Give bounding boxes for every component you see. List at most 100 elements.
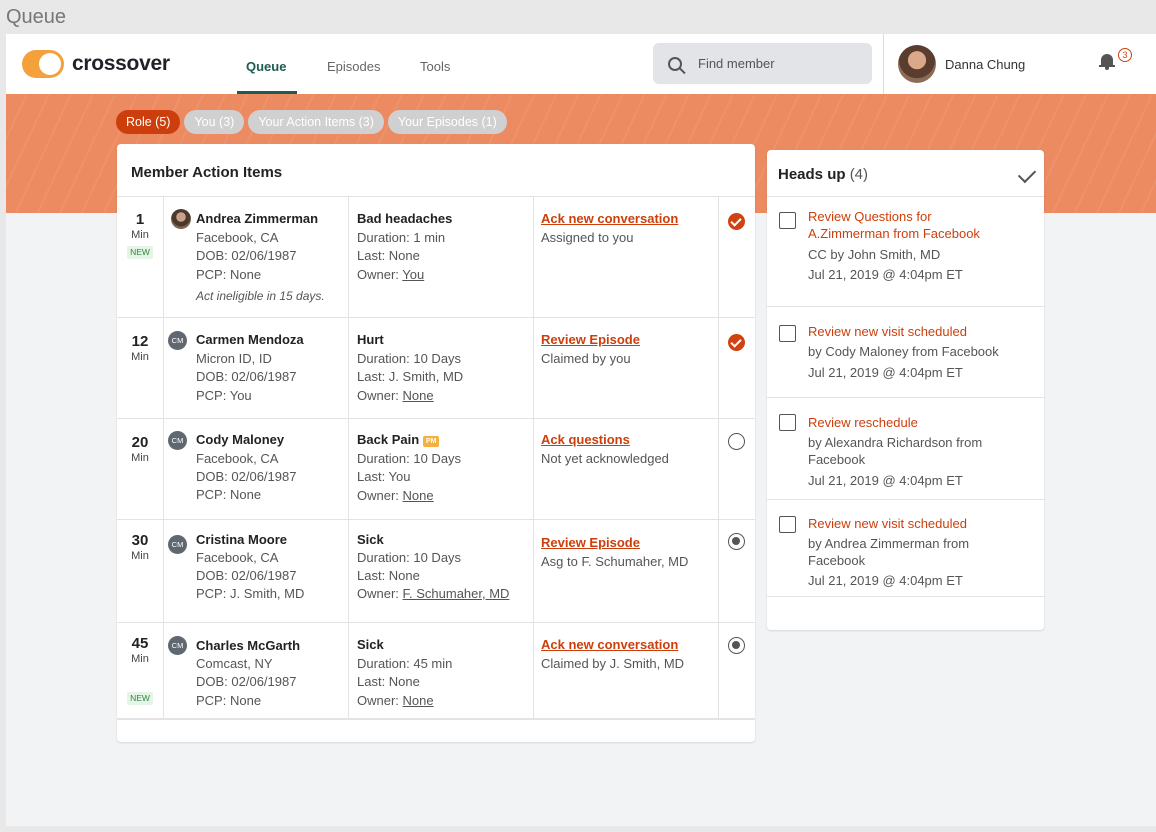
member-name[interactable]: Andrea Zimmerman: [196, 211, 318, 226]
status-partial-icon[interactable]: [728, 637, 745, 654]
column-divider: [718, 318, 719, 418]
divider: [767, 196, 1044, 197]
member-name[interactable]: Cristina Moore: [196, 532, 287, 547]
column-divider: [163, 419, 164, 519]
episode-name[interactable]: Hurt: [357, 332, 384, 347]
episode-name[interactable]: Sick: [357, 637, 384, 652]
filter-chip-role[interactable]: Role (5): [116, 110, 181, 134]
episode-last: Last: None: [357, 248, 420, 263]
heads-up-item-title[interactable]: Review reschedule: [808, 414, 1008, 431]
filter-chip-action-items[interactable]: Your Action Items (3): [248, 110, 384, 134]
pcp-label: PCP:: [196, 693, 230, 708]
episode-label: Back Pain: [357, 432, 420, 447]
search-input[interactable]: Find member: [653, 43, 872, 84]
filter-chip-you[interactable]: You (3): [184, 110, 245, 134]
heads-up-item-by: by Andrea Zimmerman from Facebook: [808, 536, 970, 568]
member-avatar: CM: [168, 431, 187, 450]
action-link[interactable]: Ack questions: [541, 432, 630, 447]
heads-up-item-title[interactable]: Review new visit scheduled: [808, 323, 1008, 340]
status-partial-icon[interactable]: [728, 533, 745, 550]
status-checked-icon[interactable]: [728, 213, 745, 230]
column-divider: [348, 520, 349, 622]
member-pcp: PCP: You: [196, 388, 252, 403]
column-divider: [163, 623, 164, 718]
action-link[interactable]: Review Episode: [541, 332, 640, 347]
new-badge: NEW: [127, 246, 153, 259]
member-name[interactable]: Charles McGarth: [196, 638, 300, 653]
new-badge: NEW: [127, 692, 153, 705]
column-divider: [533, 419, 534, 519]
owner-label: Owner:: [357, 693, 403, 708]
episode-name[interactable]: Sick: [357, 532, 384, 547]
episode-last: Last: None: [357, 674, 420, 689]
table-row[interactable]: 12 Min CM Carmen Mendoza Micron ID, ID D…: [117, 318, 755, 419]
bell-clapper: [1105, 67, 1109, 70]
column-divider: [718, 419, 719, 519]
wait-time-unit: Min: [131, 452, 149, 464]
tab-episodes[interactable]: Episodes: [327, 59, 380, 74]
heads-up-checkbox[interactable]: [779, 212, 796, 229]
column-divider: [348, 623, 349, 718]
user-name[interactable]: Danna Chung: [945, 57, 1025, 72]
owner-link[interactable]: None: [403, 488, 434, 503]
member-dob: DOB: 02/06/1987: [196, 248, 297, 263]
bell-icon[interactable]: [1099, 52, 1115, 70]
episode-name[interactable]: Bad headaches: [357, 211, 452, 226]
logo[interactable]: crossover: [22, 50, 170, 78]
owner-link[interactable]: F. Schumaher, MD: [403, 586, 510, 601]
filter-chip-episodes[interactable]: Your Episodes (1): [387, 110, 507, 134]
member-name[interactable]: Carmen Mendoza: [196, 332, 304, 347]
wait-time: 30: [131, 532, 149, 549]
table-row[interactable]: 1 Min NEW Andrea Zimmerman Facebook, CA …: [117, 197, 755, 318]
member-name[interactable]: Cody Maloney: [196, 432, 284, 447]
episode-duration: Duration: 1 min: [357, 230, 446, 245]
table-row[interactable]: 20 Min CM Cody Maloney Facebook, CA DOB:…: [117, 419, 755, 520]
episode-duration: Duration: 10 Days: [357, 351, 462, 366]
member-location: Facebook, CA: [196, 550, 279, 565]
column-divider: [163, 520, 164, 622]
heads-up-count: (4): [849, 166, 869, 183]
card-title: Member Action Items: [131, 164, 283, 181]
column-divider: [533, 623, 534, 718]
owner-link[interactable]: You: [402, 267, 424, 282]
heads-up-checkbox[interactable]: [779, 516, 796, 533]
heads-up-item-date: Jul 21, 2019 @ 4:04pm ET: [808, 365, 963, 380]
episode-owner: Owner: None: [357, 488, 434, 503]
episode-duration: Duration: 45 min: [357, 656, 453, 671]
table-row[interactable]: 45 Min NEW CM Charles McGarth Comcast, N…: [117, 623, 755, 720]
heads-up-checkbox[interactable]: [779, 414, 796, 431]
tab-queue[interactable]: Queue: [246, 59, 286, 74]
heads-up-item-by: CC by John Smith, MD: [808, 247, 941, 262]
user-avatar[interactable]: [898, 45, 936, 83]
wait-time: 1: [135, 211, 145, 228]
pcp-label: PCP:: [196, 487, 230, 502]
member-avatar: CM: [168, 331, 187, 350]
tab-tools[interactable]: Tools: [420, 59, 450, 74]
filter-chips: Role (5) You (3) Your Action Items (3) Y…: [116, 110, 511, 134]
owner-link[interactable]: None: [403, 388, 434, 403]
divider: [767, 397, 1044, 398]
episode-last: Last: You: [357, 469, 411, 484]
heads-up-checkbox[interactable]: [779, 325, 796, 342]
heads-up-item-title[interactable]: Review new visit scheduled: [808, 515, 1008, 532]
action-link[interactable]: Ack new conversation: [541, 637, 678, 652]
action-link[interactable]: Review Episode: [541, 535, 640, 550]
action-link[interactable]: Ack new conversation: [541, 211, 678, 226]
episode-name[interactable]: Back Pain PM: [357, 432, 440, 447]
column-divider: [533, 520, 534, 622]
member-location: Comcast, NY: [196, 656, 273, 671]
pm-badge: PM: [423, 436, 440, 447]
pcp-label: PCP:: [196, 586, 230, 601]
owner-link[interactable]: None: [403, 693, 434, 708]
episode-owner: Owner: F. Schumaher, MD: [357, 586, 509, 601]
wait-time: 45: [131, 635, 149, 652]
episode-owner: Owner: You: [357, 267, 424, 282]
heads-up-item-title[interactable]: Review Questions for A.Zimmerman from Fa…: [808, 208, 1008, 242]
pcp-value: J. Smith, MD: [229, 586, 305, 601]
status-checked-icon[interactable]: [728, 334, 745, 351]
status-empty-icon[interactable]: [728, 433, 745, 450]
heads-up-title: Heads up (4): [778, 166, 868, 183]
table-row[interactable]: 30 Min CM Cristina Moore Facebook, CA DO…: [117, 520, 755, 623]
mark-all-read-icon[interactable]: [1017, 164, 1037, 184]
search-placeholder: Find member: [698, 56, 775, 71]
